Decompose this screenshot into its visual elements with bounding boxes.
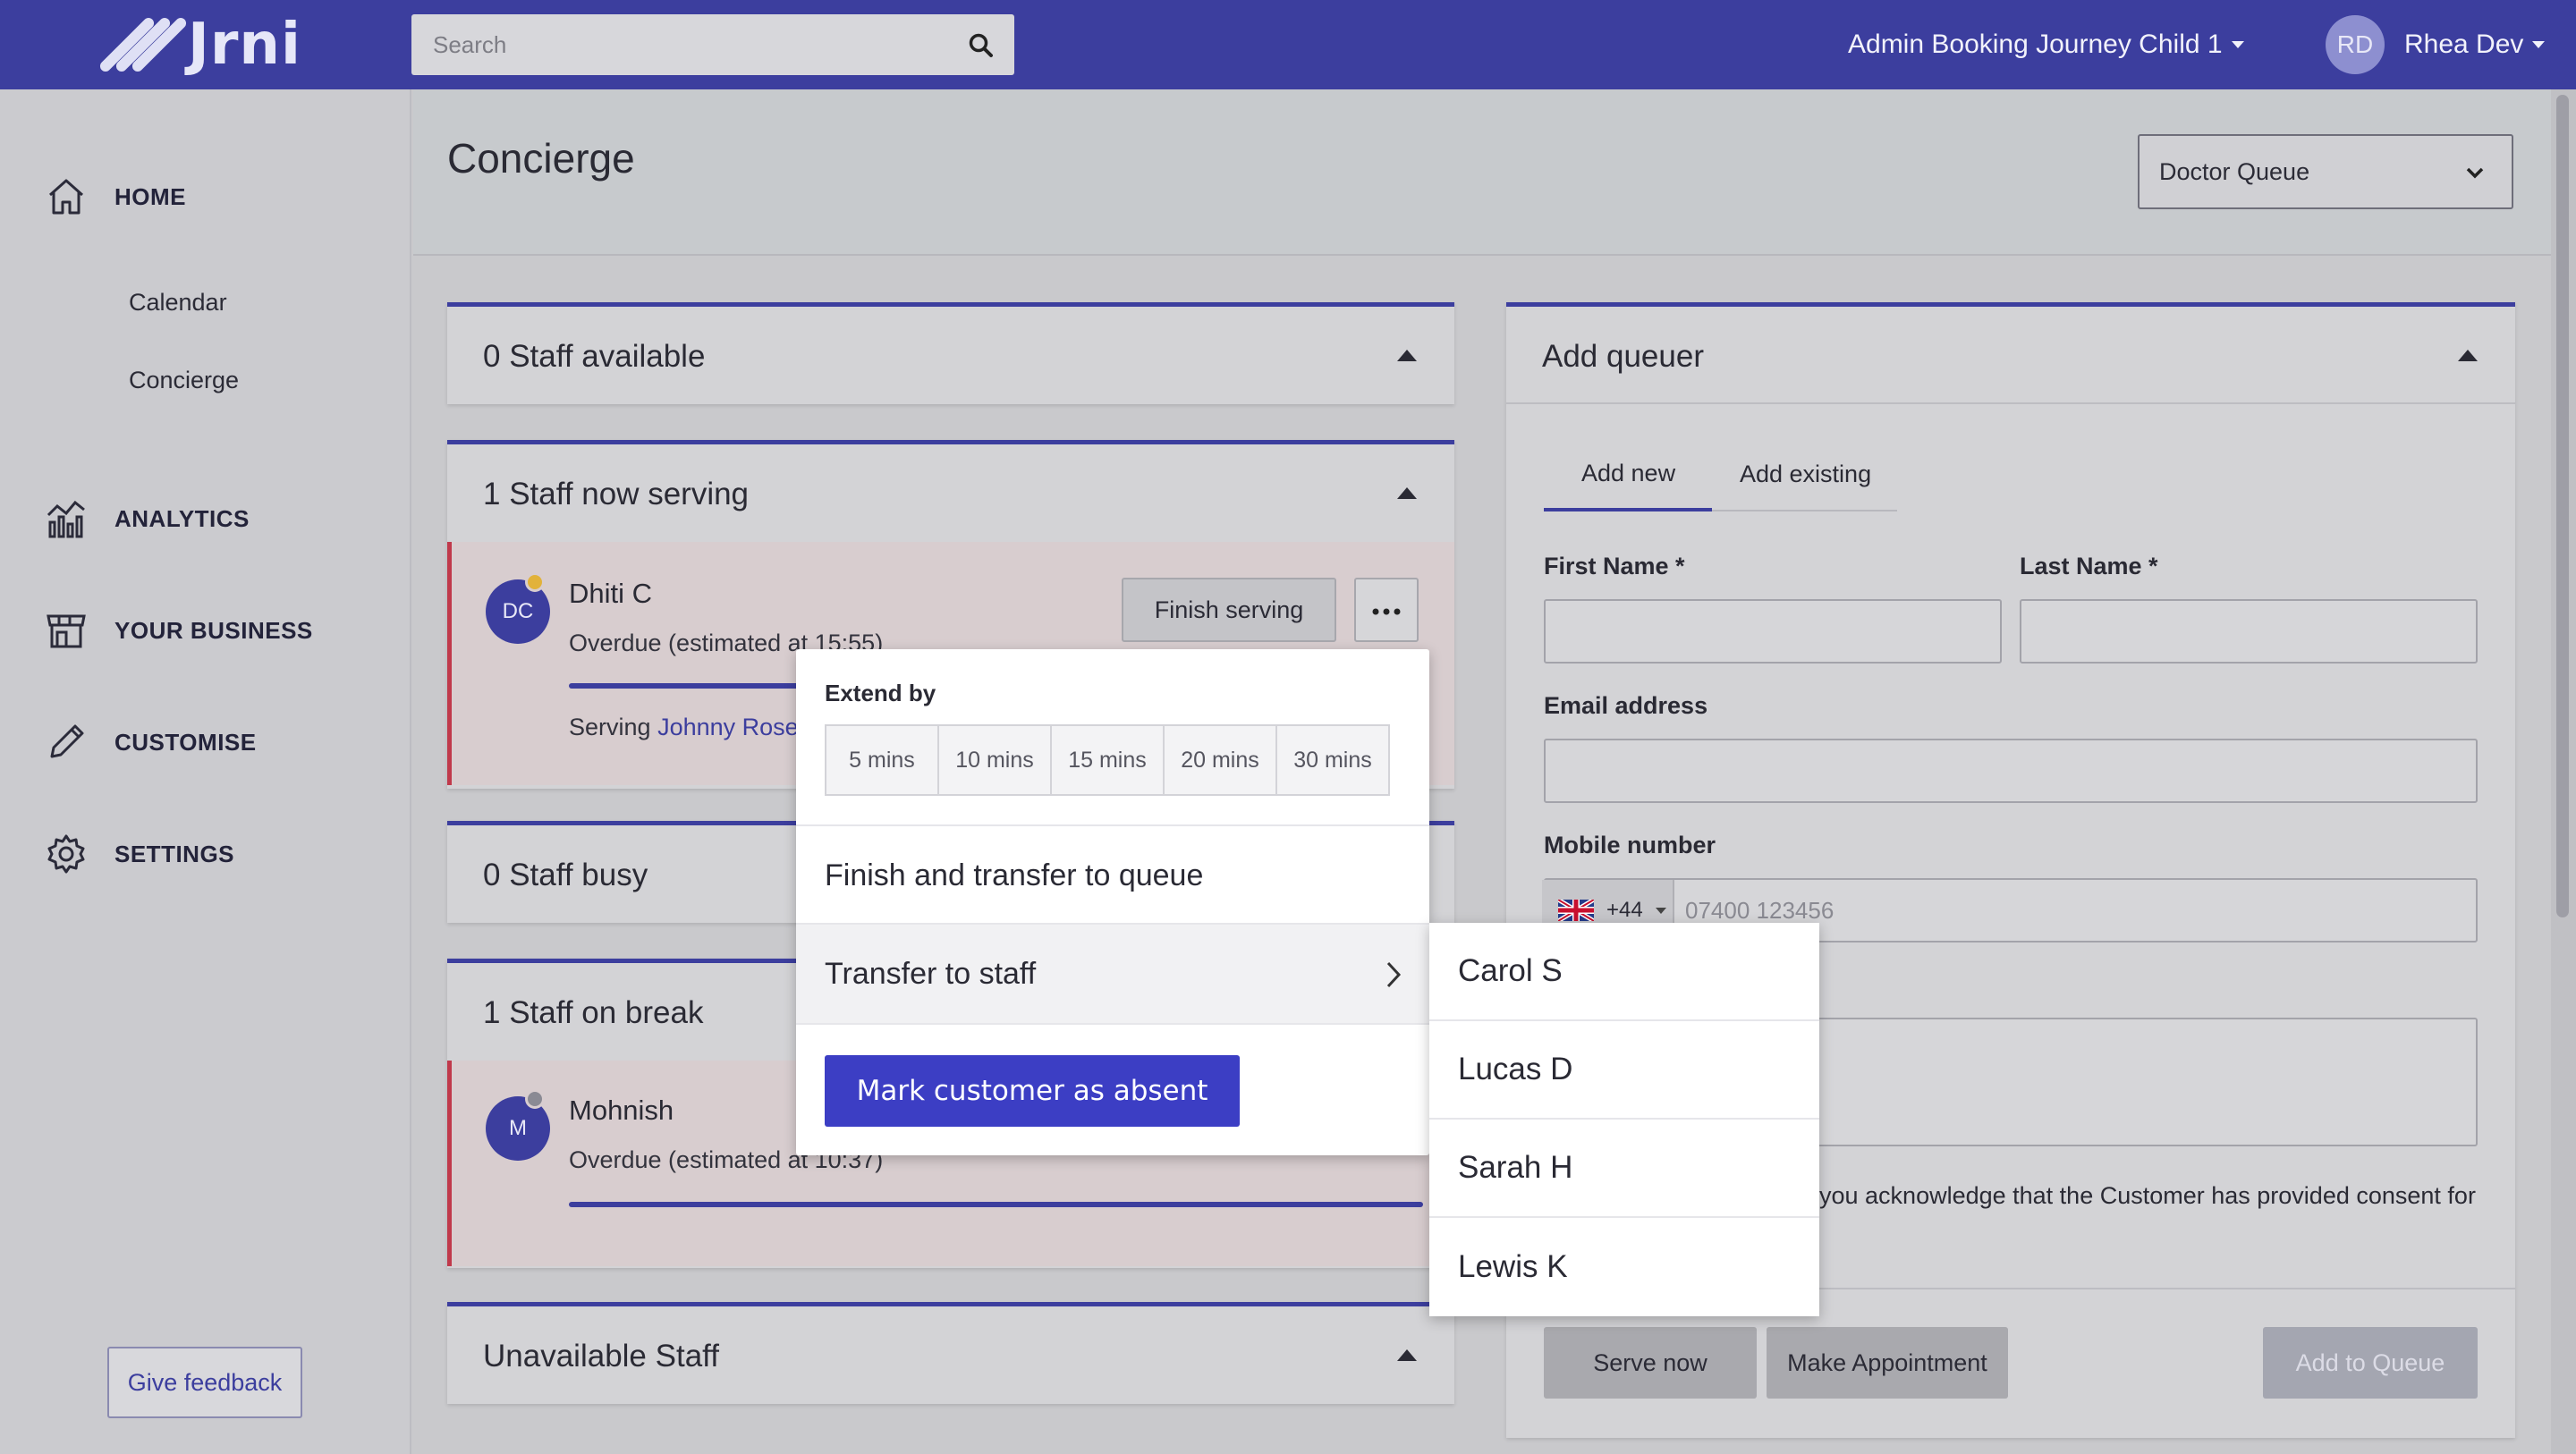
caret-down-icon xyxy=(2231,41,2244,48)
staff-option[interactable]: Lucas D xyxy=(1429,1021,1819,1120)
last-name-field[interactable] xyxy=(2020,599,2478,664)
scrollbar-thumb[interactable] xyxy=(2556,95,2569,917)
page-title: Concierge xyxy=(447,135,635,182)
extend-button-group: 5 mins 10 mins 15 mins 20 mins 30 mins xyxy=(825,724,1390,796)
staff-option[interactable]: Lewis K xyxy=(1429,1218,1819,1316)
progress-bar xyxy=(569,1202,1423,1207)
logo-mark-icon xyxy=(97,15,189,74)
logo-text: Jrni xyxy=(188,12,301,78)
sidebar-item-analytics[interactable]: ANALYTICS xyxy=(45,497,250,540)
panel-title-unavailable: Unavailable Staff xyxy=(483,1339,719,1374)
extend-15-button[interactable]: 15 mins xyxy=(1050,724,1165,796)
first-name-label: First Name * xyxy=(1544,553,1685,579)
panel-unavailable-staff[interactable]: Unavailable Staff xyxy=(447,1302,1454,1404)
consent-text: you acknowledge that the Customer has pr… xyxy=(1819,1182,2476,1209)
staff-name: Mohnish xyxy=(569,1095,674,1126)
mark-absent-button[interactable]: Mark customer as absent xyxy=(825,1055,1240,1127)
panel-title-busy: 0 Staff busy xyxy=(483,858,648,892)
status-dot xyxy=(525,1089,545,1109)
caret-up-icon[interactable] xyxy=(1397,1349,1417,1361)
menu-item-label: Transfer to staff xyxy=(825,956,1037,991)
status-dot xyxy=(525,572,545,592)
staff-name: Dhiti C xyxy=(569,578,653,609)
chevron-down-icon xyxy=(2466,167,2484,179)
sidebar-label-your-business: YOUR BUSINESS xyxy=(114,616,313,644)
panel-title-add-queuer: Add queuer xyxy=(1542,339,1704,374)
user-menu[interactable]: RD Rhea Dev xyxy=(2326,0,2546,89)
gear-icon xyxy=(47,834,85,874)
jrni-logo[interactable]: Jrni xyxy=(97,12,301,78)
serving-prefix: Serving xyxy=(569,714,651,740)
active-tab-indicator xyxy=(1544,508,1712,511)
caret-up-icon[interactable] xyxy=(2458,350,2478,361)
make-appointment-button[interactable]: Make Appointment xyxy=(1767,1327,2008,1399)
uk-flag-icon xyxy=(1558,900,1594,921)
sidebar-item-calendar[interactable]: Calendar xyxy=(129,289,227,317)
user-avatar: RD xyxy=(2326,15,2385,74)
finish-serving-button[interactable]: Finish serving xyxy=(1122,578,1336,642)
caret-up-icon[interactable] xyxy=(1397,350,1417,361)
panel-staff-available[interactable]: 0 Staff available xyxy=(447,302,1454,404)
sidebar-item-customise[interactable]: CUSTOMISE xyxy=(45,721,257,764)
last-name-label: Last Name * xyxy=(2020,553,2158,579)
sidebar-item-home[interactable]: HOME xyxy=(45,175,186,218)
sidebar-label-analytics: ANALYTICS xyxy=(114,504,250,532)
staff-option[interactable]: Carol S xyxy=(1429,923,1819,1021)
queue-select[interactable]: Doctor Queue xyxy=(2138,134,2513,209)
add-to-queue-button[interactable]: Add to Queue xyxy=(2263,1327,2478,1399)
email-field[interactable] xyxy=(1544,739,2478,803)
panel-title-break: 1 Staff on break xyxy=(483,995,704,1030)
tab-add-new[interactable]: Add new xyxy=(1581,460,1675,487)
sidebar-item-concierge[interactable]: Concierge xyxy=(129,367,239,394)
caret-down-icon xyxy=(1655,907,1666,914)
give-feedback-button[interactable]: Give feedback xyxy=(107,1347,302,1418)
sidebar-item-settings[interactable]: SETTINGS xyxy=(45,833,234,875)
more-options-button[interactable] xyxy=(1354,578,1419,642)
extend-10-button[interactable]: 10 mins xyxy=(937,724,1052,796)
sidebar-label-customise: CUSTOMISE xyxy=(114,728,257,756)
dial-code: +44 xyxy=(1606,898,1643,922)
company-name: Admin Booking Journey Child 1 xyxy=(1848,30,2223,59)
customer-link[interactable]: Johnny Rose xyxy=(657,714,799,740)
sidebar-label-home: HOME xyxy=(114,182,186,210)
scrollbar[interactable] xyxy=(2551,89,2576,1454)
staff-option[interactable]: Sarah H xyxy=(1429,1120,1819,1218)
company-switcher[interactable]: Admin Booking Journey Child 1 xyxy=(1848,0,2244,89)
sidebar-item-your-business[interactable]: YOUR BUSINESS xyxy=(45,609,313,652)
extend-30-button[interactable]: 30 mins xyxy=(1275,724,1390,796)
home-icon xyxy=(49,179,83,215)
transfer-staff-submenu: Carol S Lucas D Sarah H Lewis K xyxy=(1429,923,1819,1316)
serving-line: Serving Johnny Rose xyxy=(569,714,799,741)
storefront-icon xyxy=(47,614,86,648)
sidebar-label-settings: SETTINGS xyxy=(114,840,235,867)
tab-add-existing[interactable]: Add existing xyxy=(1740,461,1871,488)
extend-20-button[interactable]: 20 mins xyxy=(1163,724,1277,796)
extend-5-button[interactable]: 5 mins xyxy=(825,724,939,796)
menu-item-finish-transfer[interactable]: Finish and transfer to queue xyxy=(796,824,1429,925)
divider xyxy=(796,1023,1429,1025)
serve-now-button[interactable]: Serve now xyxy=(1544,1327,1757,1399)
pencil-icon xyxy=(50,724,84,758)
analytics-icon xyxy=(47,500,85,538)
first-name-field[interactable] xyxy=(1544,599,2002,664)
menu-item-transfer-staff[interactable]: Transfer to staff xyxy=(796,923,1429,1023)
user-name: Rhea Dev xyxy=(2404,30,2524,59)
search-icon[interactable] xyxy=(968,32,995,59)
email-label: Email address xyxy=(1544,692,1708,719)
search-input[interactable] xyxy=(411,14,948,75)
divider xyxy=(1506,402,2515,404)
mobile-label: Mobile number xyxy=(1544,832,1716,858)
ellipsis-icon xyxy=(1372,608,1401,615)
extend-by-label: Extend by xyxy=(825,680,936,706)
caret-up-icon[interactable] xyxy=(1397,487,1417,499)
staff-options-menu: Extend by 5 mins 10 mins 15 mins 20 mins… xyxy=(796,649,1429,1155)
top-bar: Jrni Admin Booking Journey Child 1 RD Rh… xyxy=(0,0,2576,89)
chevron-right-icon xyxy=(1386,961,1402,988)
panel-title-available: 0 Staff available xyxy=(483,339,706,374)
queue-select-value: Doctor Queue xyxy=(2159,157,2310,185)
caret-down-icon xyxy=(2532,41,2546,48)
search-box xyxy=(411,14,1014,75)
panel-title-serving: 1 Staff now serving xyxy=(483,477,750,511)
